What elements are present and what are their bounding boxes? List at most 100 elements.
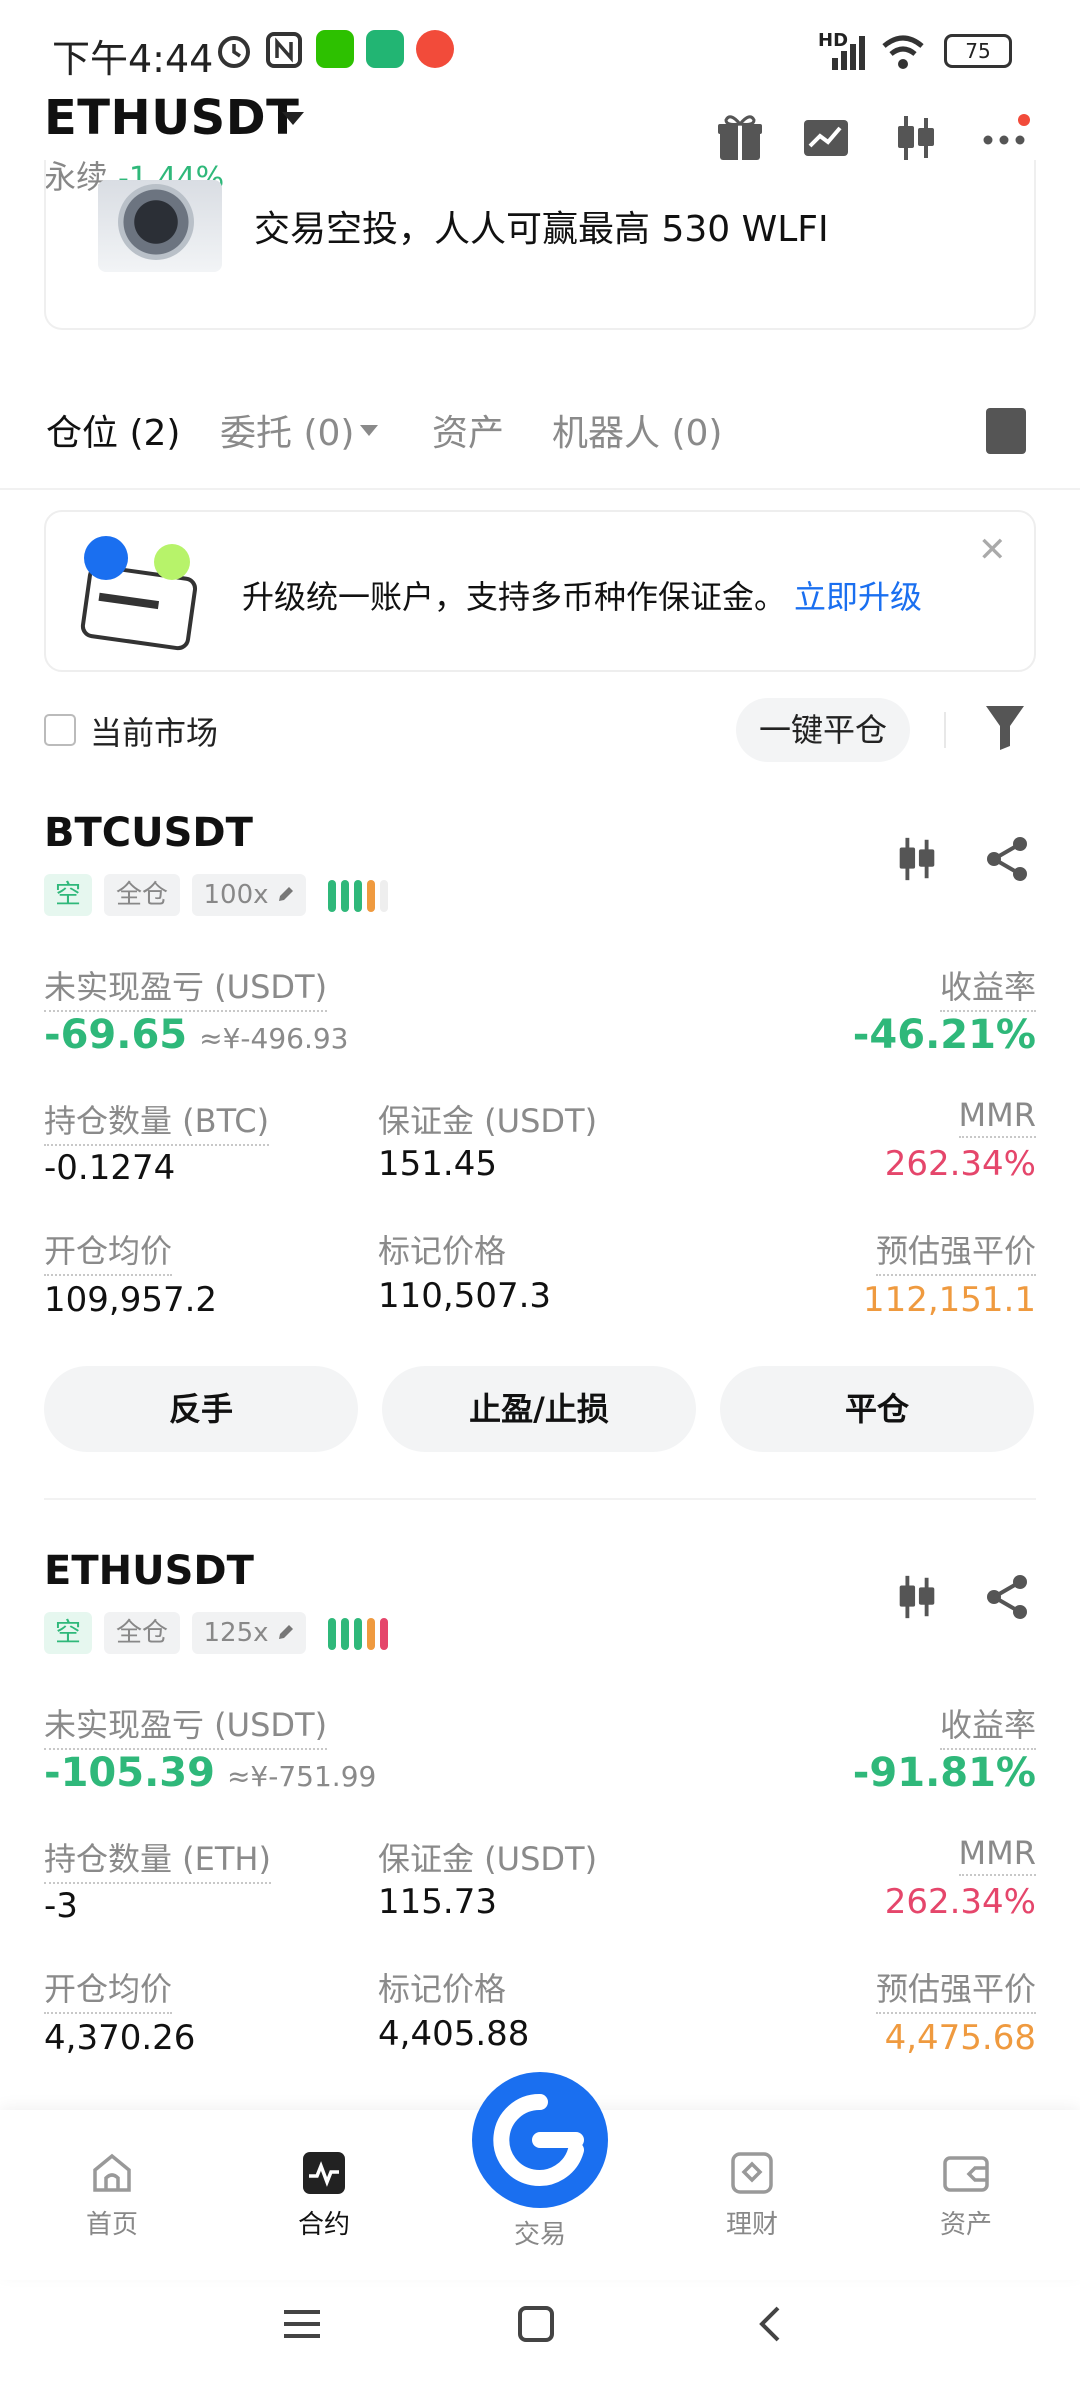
current-market-label: 当前市场 [90,714,219,752]
margin-value: 151.45 [378,1144,497,1184]
chevron-down-icon[interactable] [360,425,378,436]
app-screen: 下午4:44 HD 75 ETHUSDT 永续 -1.44% 交易空投，人人可赢… [0,0,1080,2400]
nfc-icon [266,32,302,68]
liq-price-label[interactable]: 预估强平价 [875,1964,1036,2014]
wifi-icon [882,35,924,69]
candlestick-icon[interactable] [890,112,942,164]
side-badge: 空 [44,1612,92,1654]
margin-value: 115.73 [378,1882,497,1922]
nav-trade-label[interactable]: 交易 [470,2214,610,2251]
signal-icon [832,36,865,70]
roe-label[interactable]: 收益率 [939,1700,1036,1750]
mark-price-label: 标记价格 [378,1232,507,1270]
tab-orders[interactable]: 委托 (0) [220,404,354,456]
entry-price: 109,957.2 [44,1280,218,1320]
system-nav-bar [0,2280,1080,2400]
nav-home[interactable]: 首页 [42,2150,182,2241]
earn-icon [731,2152,773,2194]
gift-icon[interactable] [714,112,766,164]
upgrade-text: 升级统一账户，支持多币种作保证金。 立即升级 [242,572,922,618]
nav-assets-label: 资产 [939,2210,992,2240]
candlestick-icon[interactable] [892,1572,942,1622]
history-doc-icon[interactable] [986,408,1026,454]
nav-earn[interactable]: 理财 [682,2150,822,2241]
roe-label[interactable]: 收益率 [939,962,1036,1012]
liq-price: 4,475.68 [884,2018,1036,2058]
entry-price-label[interactable]: 开仓均价 [44,1964,173,2014]
upgrade-message: 升级统一账户，支持多币种作保证金。 [242,578,787,616]
mmr-label[interactable]: MMR [958,1834,1036,1876]
mmr-label[interactable]: MMR [958,1096,1036,1138]
nav-futures[interactable]: 合约 [254,2150,394,2241]
pnl-value: -105.39 [44,1750,215,1796]
menu-icon[interactable] [280,2302,324,2346]
promo-banner[interactable]: 交易空投，人人可赢最高 530 WLFI [44,160,1036,330]
current-market-checkbox[interactable] [44,714,76,746]
liq-price: 112,151.1 [862,1280,1036,1320]
entry-price-label[interactable]: 开仓均价 [44,1226,173,1276]
position-tabs: 仓位 (2) 委托 (0) 资产 机器人 (0) [0,390,1080,490]
pnl-value: -69.65 [44,1012,188,1058]
alarm-icon [218,36,250,68]
unrealized-pnl: -105.39 ≈¥-751.99 [44,1750,376,1796]
market-symbol[interactable]: ETHUSDT [44,90,299,146]
leverage-badge[interactable]: 125x [192,1612,306,1654]
risk-level-bars [328,880,388,912]
close-icon[interactable]: ✕ [978,530,1007,570]
unrealized-pnl-label[interactable]: 未实现盈亏 (USDT) [44,1700,328,1750]
tab-bots[interactable]: 机器人 (0) [552,404,722,456]
edit-icon [279,887,293,901]
home-square-icon[interactable] [514,2302,558,2346]
position-symbol[interactable]: ETHUSDT [44,1548,254,1594]
shield-app-icon [366,30,404,68]
risk-level-bars [328,1618,388,1650]
chart-settings-icon[interactable] [800,112,852,164]
position-size-label[interactable]: 持仓数量 (BTC) [44,1096,270,1146]
tab-assets[interactable]: 资产 [432,404,504,456]
position-size: -3 [44,1886,78,1926]
upgrade-link[interactable]: 立即升级 [794,578,922,616]
pnl-cny: ≈¥-751.99 [226,1760,377,1793]
close-position-button[interactable]: 平仓 [720,1366,1034,1452]
candlestick-icon[interactable] [892,834,942,884]
nav-home-label: 首页 [85,2210,138,2240]
mark-price-label: 标记价格 [378,1970,507,2008]
unrealized-pnl: -69.65 ≈¥-496.93 [44,1012,348,1058]
wechat-icon [316,30,354,68]
app-notification-icon [416,30,454,68]
share-icon[interactable] [982,1572,1032,1622]
status-bar: 下午4:44 HD 75 [0,0,1080,100]
liq-price-label[interactable]: 预估强平价 [875,1226,1036,1276]
leverage-badge[interactable]: 100x [192,874,306,916]
position-size-label[interactable]: 持仓数量 (ETH) [44,1834,271,1884]
position-symbol[interactable]: BTCUSDT [44,810,253,856]
nav-assets[interactable]: 资产 [896,2150,1036,2241]
futures-icon [303,2152,345,2194]
promo-image [98,180,222,272]
divider [944,712,946,748]
leverage-value: 100x [203,880,269,910]
margin-mode-badge[interactable]: 全仓 [104,1612,180,1654]
battery-level: 75 [965,39,991,63]
tab-positions[interactable]: 仓位 (2) [46,404,180,456]
filter-icon[interactable] [984,702,1026,752]
back-icon[interactable] [748,2302,792,2346]
mmr-value: 262.34% [884,1144,1036,1184]
promo-text: 交易空投，人人可赢最高 530 WLFI [254,209,829,250]
reverse-button[interactable]: 反手 [44,1366,358,1452]
status-time: 下午4:44 [52,37,214,81]
tpsl-button[interactable]: 止盈/止损 [382,1366,696,1452]
symbol-dropdown-icon[interactable] [282,112,304,125]
edit-icon [279,1625,293,1639]
leverage-value: 125x [203,1618,269,1648]
unrealized-pnl-label[interactable]: 未实现盈亏 (USDT) [44,962,328,1012]
margin-mode-badge[interactable]: 全仓 [104,874,180,916]
nav-futures-label: 合约 [297,2210,350,2240]
home-icon [93,2153,131,2192]
more-icon[interactable] [980,112,1032,164]
trade-icon [493,2093,584,2186]
trade-fab[interactable] [472,2072,608,2208]
close-all-button[interactable]: 一键平仓 [736,698,910,762]
mark-price: 4,405.88 [378,2014,530,2054]
share-icon[interactable] [982,834,1032,884]
